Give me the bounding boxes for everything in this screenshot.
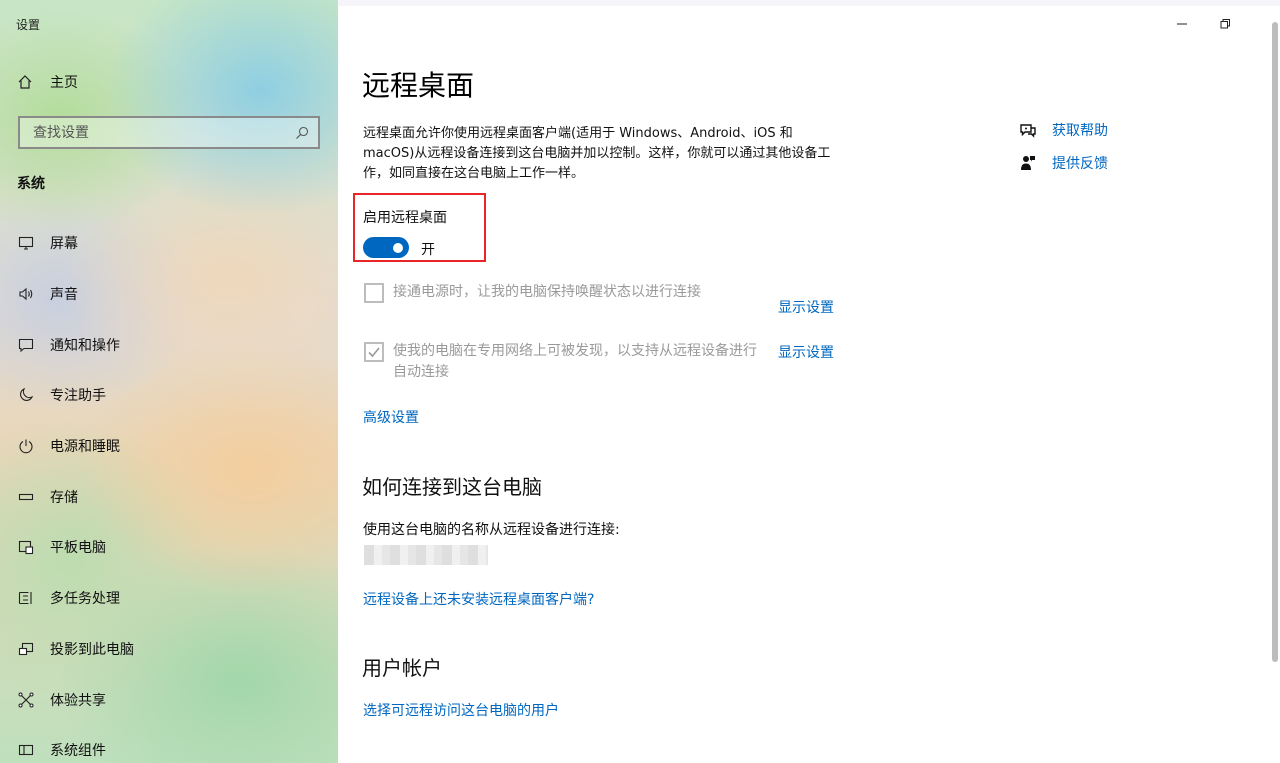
project-icon — [17, 640, 35, 658]
select-users-link[interactable]: 选择可远程访问这台电脑的用户 — [363, 700, 559, 720]
minimize-button[interactable] — [1170, 14, 1194, 34]
sidebar-item-label: 投影到此电脑 — [50, 641, 134, 658]
sidebar-item-label: 多任务处理 — [50, 591, 120, 608]
sidebar-item-label: 存储 — [50, 489, 78, 506]
page-description: 远程桌面允许你使用远程桌面客户端(适用于 Windows、Android、iOS… — [363, 126, 831, 181]
discoverable-show-settings-link[interactable]: 显示设置 — [778, 342, 834, 362]
search-icon[interactable] — [294, 125, 310, 141]
search-box[interactable] — [18, 116, 320, 149]
toggle-knob — [393, 242, 403, 253]
home-label: 主页 — [50, 75, 78, 91]
sidebar-item-label: 通知和操作 — [50, 337, 120, 354]
keep-awake-checkbox[interactable] — [364, 283, 384, 303]
section-label-system: 系统 — [17, 176, 45, 192]
main-content: 远程桌面 远程桌面允许你使用远程桌面客户端(适用于 Windows、Androi… — [338, 0, 1280, 763]
power-icon — [17, 437, 35, 455]
restore-button[interactable] — [1213, 14, 1237, 34]
sidebar-item-label: 电源和睡眠 — [50, 439, 120, 456]
tablet-icon — [17, 538, 35, 556]
window-title: 设置 — [16, 18, 41, 32]
components-icon — [17, 741, 35, 759]
sidebar-item-label: 声音 — [50, 287, 78, 304]
keep-awake-show-settings-link[interactable]: 显示设置 — [778, 297, 834, 317]
settings-sidebar: 设置 主页 系统 屏幕 声音 通知和操作 专注助手 — [0, 0, 338, 763]
sidebar-item-power[interactable]: 电源和睡眠 — [0, 421, 338, 472]
sidebar-item-storage[interactable]: 存储 — [0, 471, 338, 522]
sidebar-item-sound[interactable]: 声音 — [0, 269, 338, 320]
feedback-icon — [1018, 153, 1038, 173]
feedback-label: 提供反馈 — [1052, 155, 1108, 172]
sidebar-item-project[interactable]: 投影到此电脑 — [0, 624, 338, 675]
sidebar-item-label: 体验共享 — [50, 692, 106, 709]
get-help-link[interactable]: 获取帮助 — [1018, 113, 1108, 146]
connect-section-heading: 如何连接到这台电脑 — [362, 475, 542, 499]
discoverable-checkbox[interactable] — [364, 342, 384, 362]
help-chat-icon — [1018, 120, 1038, 140]
remote-desktop-toggle-label: 启用远程桌面 — [363, 210, 447, 226]
sidebar-item-focus-assist[interactable]: 专注助手 — [0, 370, 338, 421]
connect-instructions: 使用这台电脑的名称从远程设备进行连接: — [363, 522, 620, 538]
sidebar-item-label: 平板电脑 — [50, 540, 106, 557]
advanced-settings-link[interactable]: 高级设置 — [363, 407, 419, 427]
search-input[interactable] — [31, 123, 294, 142]
help-links: 获取帮助 提供反馈 — [1018, 113, 1108, 179]
client-not-installed-link[interactable]: 远程设备上还未安装远程桌面客户端? — [363, 589, 594, 609]
home-icon — [16, 73, 34, 91]
sidebar-nav: 屏幕 声音 通知和操作 专注助手 电源和睡眠 存储 平板电脑 多任务处理 投影到… — [0, 218, 338, 763]
speaker-icon — [17, 285, 35, 303]
page-title: 远程桌面 — [362, 69, 475, 102]
sidebar-item-system-components[interactable]: 系统组件 — [0, 725, 338, 763]
discoverable-label: 使我的电脑在专用网络上可被发现，以支持从远程设备进行自动连接 — [393, 343, 757, 380]
remote-desktop-toggle[interactable] — [363, 237, 409, 258]
sidebar-item-display[interactable]: 屏幕 — [0, 218, 338, 269]
user-accounts-heading: 用户帐户 — [362, 656, 442, 680]
get-help-label: 获取帮助 — [1052, 122, 1108, 139]
sidebar-item-label: 系统组件 — [50, 743, 106, 760]
sidebar-item-multitasking[interactable]: 多任务处理 — [0, 573, 338, 624]
storage-icon — [17, 488, 35, 506]
feedback-link[interactable]: 提供反馈 — [1018, 146, 1108, 179]
pc-name-redacted — [364, 545, 488, 565]
sidebar-item-label: 专注助手 — [50, 388, 106, 405]
sidebar-item-label: 屏幕 — [50, 236, 78, 253]
toggle-state-text: 开 — [421, 242, 435, 258]
moon-icon — [17, 386, 35, 404]
restore-icon — [1219, 15, 1231, 34]
multitask-icon — [17, 589, 35, 607]
notification-icon — [17, 336, 35, 354]
monitor-icon — [17, 234, 35, 252]
sidebar-item-notifications[interactable]: 通知和操作 — [0, 319, 338, 370]
sidebar-item-shared-experiences[interactable]: 体验共享 — [0, 674, 338, 725]
title-bar — [338, 0, 1280, 6]
checkmark-icon — [368, 347, 380, 358]
minimize-icon — [1176, 15, 1188, 34]
keep-awake-label: 接通电源时，让我的电脑保持唤醒状态以进行连接 — [393, 284, 701, 300]
sidebar-item-tablet[interactable]: 平板电脑 — [0, 522, 338, 573]
vertical-scrollbar[interactable] — [1272, 22, 1278, 662]
home-nav-item[interactable]: 主页 — [16, 72, 78, 92]
share-icon — [17, 691, 35, 709]
